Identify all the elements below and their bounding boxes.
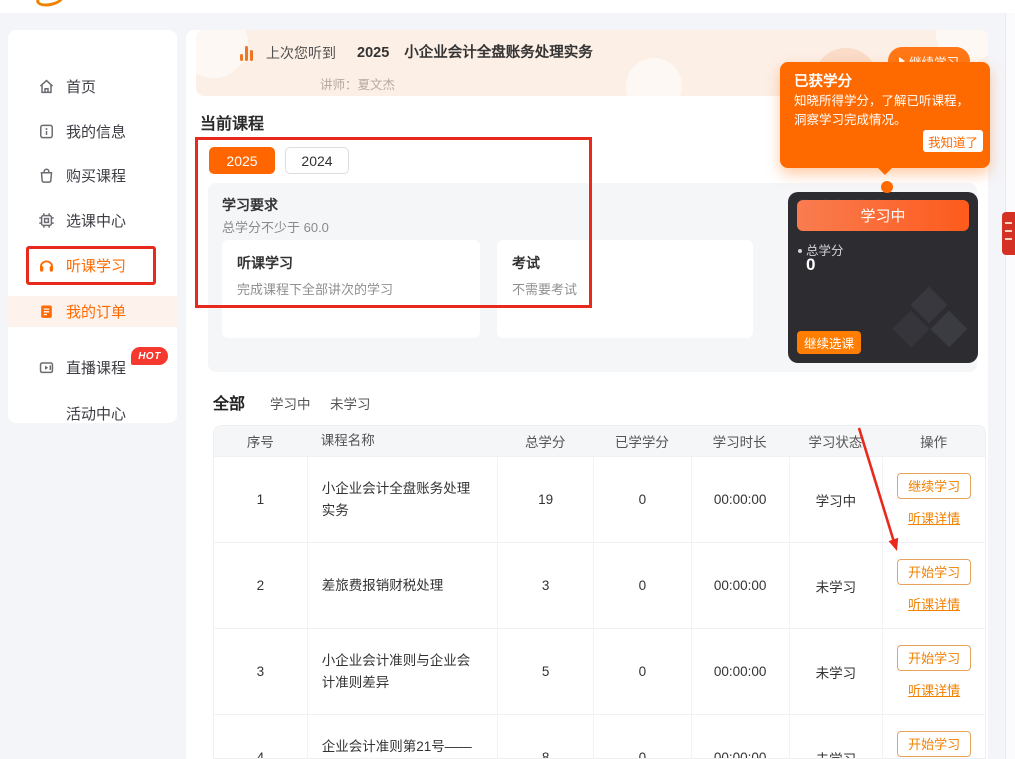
- course-detail-link[interactable]: 听课详情: [908, 594, 960, 613]
- brand-logo: [35, 0, 65, 9]
- cell-index: 1: [214, 457, 307, 542]
- banner-teacher: 讲师：夏文杰: [320, 74, 395, 93]
- filter-tab-not-started[interactable]: 未学习: [330, 393, 371, 413]
- cell-earned-credits: 0: [593, 543, 691, 628]
- cell-total-credits: 8: [497, 715, 593, 759]
- sidebar-item-my-orders[interactable]: 我的订单: [8, 296, 177, 326]
- cell-status: 未学习: [789, 543, 883, 628]
- shopping-bag-icon: [38, 167, 55, 184]
- cell-course-name: 小企业会计全盘账务处理实务: [307, 457, 498, 542]
- filter-tab-learning[interactable]: 学习中: [270, 393, 311, 413]
- cell-course-name: 小企业会计准则与企业会计准则差异: [307, 629, 498, 714]
- tooltip-title: 已获学分: [794, 70, 852, 91]
- col-header-duration: 学习时长: [691, 431, 789, 451]
- credits-tooltip: 已获学分 知晓所得学分，了解已听课程，洞察学习完成情况。 我知道了: [780, 62, 990, 168]
- banner-year: 2025: [357, 46, 389, 61]
- sidebar-item-label: 首页: [66, 76, 96, 97]
- table-header: 序号 课程名称 总学分 已学学分 学习时长 学习状态 操作: [214, 426, 985, 456]
- requirements-subtitle: 总学分不少于 60.0: [222, 217, 329, 236]
- audio-bars-icon: [240, 46, 253, 61]
- start-study-button[interactable]: 开始学习: [897, 731, 971, 757]
- sidebar-item-label: 选课中心: [66, 210, 126, 231]
- cell-status: 学习中: [789, 457, 883, 542]
- col-header-index: 序号: [214, 431, 307, 451]
- cell-earned-credits: 0: [593, 457, 691, 542]
- col-header-status: 学习状态: [789, 431, 883, 451]
- requirements-title: 学习要求: [222, 195, 278, 215]
- start-study-button[interactable]: 开始学习: [897, 645, 971, 671]
- table-row: 1 小企业会计全盘账务处理实务 19 0 00:00:00 学习中 继续学习 听…: [214, 456, 985, 542]
- cell-index: 3: [214, 629, 307, 714]
- cell-earned-credits: 0: [593, 629, 691, 714]
- start-study-button[interactable]: 开始学习: [897, 559, 971, 585]
- sidebar-item-label: 活动中心: [66, 403, 126, 424]
- sidebar-item-label: 我的订单: [66, 301, 126, 322]
- tooltip-confirm-button[interactable]: 我知道了: [923, 130, 983, 152]
- col-header-earned-credits: 已学学分: [593, 431, 691, 451]
- sidebar-item-my-info[interactable]: 我的信息: [8, 116, 177, 146]
- col-header-total-credits: 总学分: [497, 431, 593, 451]
- course-center-icon: [38, 212, 55, 229]
- cell-status: 未学习: [789, 629, 883, 714]
- continue-selecting-button[interactable]: 继续选课: [797, 331, 861, 354]
- table-row: 3 小企业会计准则与企业会计准则差异 5 0 00:00:00 未学习 开始学习…: [214, 628, 985, 714]
- cell-duration: 00:00:00: [691, 457, 789, 542]
- total-credit-label: 总学分: [798, 240, 844, 259]
- cell-index: 4: [214, 715, 307, 759]
- headphones-icon: [38, 257, 55, 274]
- course-detail-link[interactable]: 听课详情: [908, 508, 960, 527]
- live-video-icon: [38, 359, 55, 376]
- requirement-card-exam: 考试 不需要考试: [497, 240, 753, 338]
- profile-info-icon: [38, 123, 55, 140]
- sidebar-item-label: 直播课程: [66, 357, 126, 378]
- cell-course-name: 企业会计准则第21号——租赁: [307, 715, 498, 759]
- credit-status-card: DONGAO 学习中 总学分 0 继续选课: [788, 192, 978, 363]
- year-tab-2024[interactable]: 2024: [285, 147, 349, 174]
- cell-total-credits: 3: [497, 543, 593, 628]
- sidebar: 首页 我的信息 购买课程 选课中心 听课学习 我的订单 直播课程 活动中心 HO…: [8, 30, 177, 423]
- top-bar: [0, 0, 1015, 13]
- cell-duration: 00:00:00: [691, 629, 789, 714]
- cell-index: 2: [214, 543, 307, 628]
- filter-tab-all[interactable]: 全部: [213, 390, 245, 414]
- table-row: 2 差旅费报销财税处理 3 0 00:00:00 未学习 开始学习 听课详情: [214, 542, 985, 628]
- tooltip-body: 知晓所得学分，了解已听课程，洞察学习完成情况。: [794, 92, 978, 131]
- cell-duration: 00:00:00: [691, 543, 789, 628]
- page-scrollbar[interactable]: [1005, 13, 1015, 759]
- sidebar-item-listen-learn[interactable]: 听课学习: [8, 250, 177, 280]
- year-tab-2025[interactable]: 2025: [209, 147, 275, 174]
- sidebar-item-label: 我的信息: [66, 121, 126, 142]
- banner-decor: [626, 58, 682, 96]
- sidebar-item-buy-courses[interactable]: 购买课程: [8, 160, 177, 190]
- table-row: 4 企业会计准则第21号——租赁 8 0 00:00:00 未学习 开始学习 听…: [214, 714, 985, 759]
- cell-earned-credits: 0: [593, 715, 691, 759]
- requirement-card-listening: 听课学习 完成课程下全部讲次的学习: [222, 240, 480, 338]
- banner-course-title: 小企业会计全盘账务处理实务: [404, 46, 593, 61]
- hot-badge: HOT: [131, 347, 168, 365]
- orders-icon: [38, 303, 55, 320]
- col-header-actions: 操作: [882, 431, 985, 451]
- cell-course-name: 差旅费报销财税处理: [307, 543, 498, 628]
- course-table: 序号 课程名称 总学分 已学学分 学习时长 学习状态 操作 1 小企业会计全盘账…: [213, 425, 986, 759]
- cell-duration: 00:00:00: [691, 715, 789, 759]
- sidebar-item-activity-center[interactable]: 活动中心: [8, 398, 177, 428]
- status-learning-button[interactable]: 学习中: [797, 200, 969, 231]
- home-icon: [38, 78, 55, 95]
- cell-total-credits: 19: [497, 457, 593, 542]
- sidebar-item-label: 购买课程: [66, 165, 126, 186]
- total-credit-value: 0: [806, 255, 815, 275]
- cell-total-credits: 5: [497, 629, 593, 714]
- floating-promo-widget[interactable]: [1002, 212, 1015, 255]
- sidebar-item-course-center[interactable]: 选课中心: [8, 205, 177, 235]
- sidebar-item-home[interactable]: 首页: [8, 71, 177, 101]
- banner-prefix: 上次您听到: [266, 46, 336, 61]
- continue-study-button[interactable]: 继续学习: [897, 473, 971, 499]
- col-header-name: 课程名称: [307, 430, 498, 452]
- cell-status: 未学习: [789, 715, 883, 759]
- sidebar-item-label: 听课学习: [66, 255, 126, 276]
- tooltip-anchor-dot: [881, 181, 893, 193]
- course-detail-link[interactable]: 听课详情: [908, 680, 960, 699]
- section-title-current-course: 当前课程: [200, 110, 264, 134]
